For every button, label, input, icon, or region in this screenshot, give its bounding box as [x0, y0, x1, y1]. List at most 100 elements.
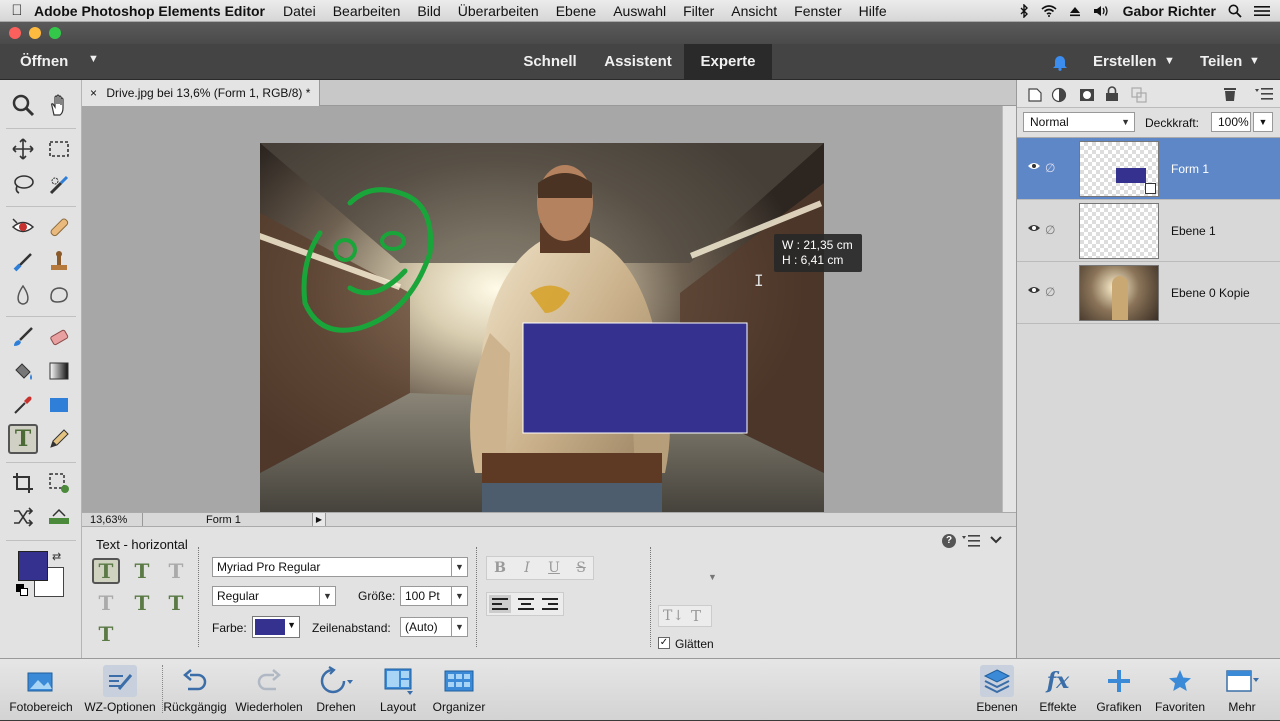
quick-selection-tool-icon[interactable]: [44, 170, 74, 200]
notification-list-icon[interactable]: [1254, 5, 1270, 17]
document-tab-close-icon[interactable]: ×: [90, 86, 97, 100]
pencil-tool-icon[interactable]: [44, 424, 74, 454]
window-close-button[interactable]: [9, 27, 21, 39]
bluetooth-icon[interactable]: [1019, 3, 1029, 18]
smart-brush-tool-icon[interactable]: [8, 246, 38, 276]
text-vertical-icon[interactable]: T: [128, 558, 156, 584]
canvas-area[interactable]: W : 21,35 cm H : 6,41 cm I: [82, 106, 1002, 526]
photo-canvas[interactable]: [260, 143, 824, 526]
adjustment-layer-icon[interactable]: [1051, 87, 1069, 103]
organizer-button[interactable]: Organizer: [428, 659, 490, 721]
document-tab[interactable]: × Drive.jpg bei 13,6% (Form 1, RGB/8) *: [82, 80, 320, 106]
menu-filter[interactable]: Filter: [683, 3, 714, 19]
horizontal-text-tool-icon[interactable]: T: [8, 424, 38, 454]
create-button[interactable]: Erstellen: [1093, 53, 1156, 70]
foreground-color-swatch[interactable]: [18, 551, 48, 581]
apple-menu-icon[interactable]: : [0, 2, 34, 19]
help-icon[interactable]: ?: [942, 534, 956, 548]
default-colors-icon[interactable]: [16, 584, 28, 596]
text-horizontal-icon[interactable]: T: [92, 558, 120, 584]
sponge-tool-icon[interactable]: [44, 280, 74, 310]
font-family-select[interactable]: Myriad Pro Regular ▼: [212, 557, 468, 577]
tab-assistent[interactable]: Assistent: [592, 44, 684, 80]
zoom-level[interactable]: 13,63%: [90, 514, 127, 526]
layers-button[interactable]: Ebenen: [970, 659, 1024, 721]
antialias-checkbox[interactable]: ✓: [658, 637, 670, 649]
spotlight-search-icon[interactable]: [1228, 4, 1242, 18]
paint-bucket-tool-icon[interactable]: [8, 356, 38, 386]
gradient-tool-icon[interactable]: [44, 356, 74, 386]
blend-mode-select[interactable]: Normal ▼: [1023, 112, 1135, 132]
effects-button[interactable]: fx Effekte: [1032, 659, 1084, 721]
move-tool-icon[interactable]: [8, 134, 38, 164]
lock-layer-icon[interactable]: [1105, 86, 1119, 102]
notification-bell-icon[interactable]: [1051, 53, 1069, 71]
lock-all-icon[interactable]: [1131, 87, 1147, 103]
eyedropper-tool-icon[interactable]: [8, 390, 38, 420]
layer-row-form-1[interactable]: ∅ Form 1: [1017, 138, 1280, 200]
layer-link-icon[interactable]: ∅: [1045, 223, 1055, 237]
open-dropdown-icon[interactable]: ▼: [88, 53, 99, 65]
content-aware-move-tool-icon[interactable]: [8, 502, 38, 532]
text-mask-horizontal-icon[interactable]: T: [162, 558, 190, 584]
visibility-eye-icon[interactable]: [1027, 161, 1041, 171]
shape-tool-icon[interactable]: [44, 390, 74, 420]
zoom-tool-icon[interactable]: [8, 90, 38, 120]
opacity-field[interactable]: 100%: [1211, 112, 1251, 132]
share-button[interactable]: Teilen: [1200, 53, 1242, 70]
menu-fenster[interactable]: Fenster: [794, 3, 841, 19]
align-center-icon[interactable]: [515, 595, 537, 613]
text-on-shape-icon[interactable]: T: [162, 590, 190, 616]
rotate-button[interactable]: Drehen: [308, 659, 364, 721]
crop-tool-icon[interactable]: [8, 468, 38, 498]
eject-icon[interactable]: [1069, 5, 1081, 17]
user-name[interactable]: Gabor Richter: [1123, 3, 1216, 19]
graphics-button[interactable]: Grafiken: [1092, 659, 1146, 721]
share-dropdown-icon[interactable]: ▼: [1249, 55, 1260, 67]
menu-auswahl[interactable]: Auswahl: [613, 3, 666, 19]
menu-bearbeiten[interactable]: Bearbeiten: [333, 3, 401, 19]
vertical-scrollbar[interactable]: [1002, 106, 1016, 512]
visibility-eye-icon[interactable]: [1027, 223, 1041, 233]
font-style-select[interactable]: Regular ▼: [212, 586, 336, 606]
strikethrough-button[interactable]: S: [568, 557, 594, 579]
align-right-icon[interactable]: [539, 595, 561, 613]
change-orientation-icon[interactable]: T↓: [663, 608, 684, 624]
blur-tool-icon[interactable]: [8, 280, 38, 310]
straighten-tool-icon[interactable]: [44, 502, 74, 532]
lasso-tool-icon[interactable]: [8, 170, 38, 200]
font-size-field[interactable]: 100 Pt ▼: [400, 586, 468, 606]
align-left-icon[interactable]: [489, 595, 511, 613]
opacity-dropdown-icon[interactable]: ▼: [1253, 112, 1273, 132]
new-layer-icon[interactable]: [1027, 87, 1043, 103]
eraser-tool-icon[interactable]: [44, 322, 74, 352]
menu-bild[interactable]: Bild: [417, 3, 440, 19]
leading-field[interactable]: (Auto) ▼: [400, 617, 468, 637]
clone-stamp-tool-icon[interactable]: [44, 246, 74, 276]
text-on-selection-icon[interactable]: T: [128, 590, 156, 616]
window-minimize-button[interactable]: [29, 27, 41, 39]
bold-button[interactable]: B: [487, 557, 513, 579]
delete-layer-icon[interactable]: [1223, 86, 1237, 102]
layout-button[interactable]: Layout: [372, 659, 424, 721]
menu-ebene[interactable]: Ebene: [556, 3, 596, 19]
photo-bin-button[interactable]: Fotobereich: [0, 659, 82, 721]
redo-button[interactable]: Wiederholen: [232, 659, 306, 721]
open-button[interactable]: Öffnen: [20, 53, 68, 70]
style-dropdown-icon[interactable]: ▼: [708, 572, 717, 582]
hand-tool-icon[interactable]: [44, 90, 74, 120]
tab-schnell[interactable]: Schnell: [508, 44, 592, 80]
underline-button[interactable]: U: [541, 557, 567, 579]
menu-datei[interactable]: Datei: [283, 3, 316, 19]
favorites-button[interactable]: Favoriten: [1150, 659, 1210, 721]
tab-experte[interactable]: Experte: [684, 44, 772, 80]
layer-mask-icon[interactable]: [1079, 87, 1095, 103]
layer-link-icon[interactable]: ∅: [1045, 285, 1055, 299]
create-dropdown-icon[interactable]: ▼: [1164, 55, 1175, 67]
text-on-path-icon[interactable]: T: [92, 621, 120, 647]
app-name-menu[interactable]: Adobe Photoshop Elements Editor: [34, 3, 265, 19]
warp-text-icon[interactable]: T: [691, 607, 701, 625]
menu-hilfe[interactable]: Hilfe: [859, 3, 887, 19]
wifi-icon[interactable]: [1041, 4, 1057, 17]
undo-button[interactable]: Rückgängig: [162, 659, 228, 721]
